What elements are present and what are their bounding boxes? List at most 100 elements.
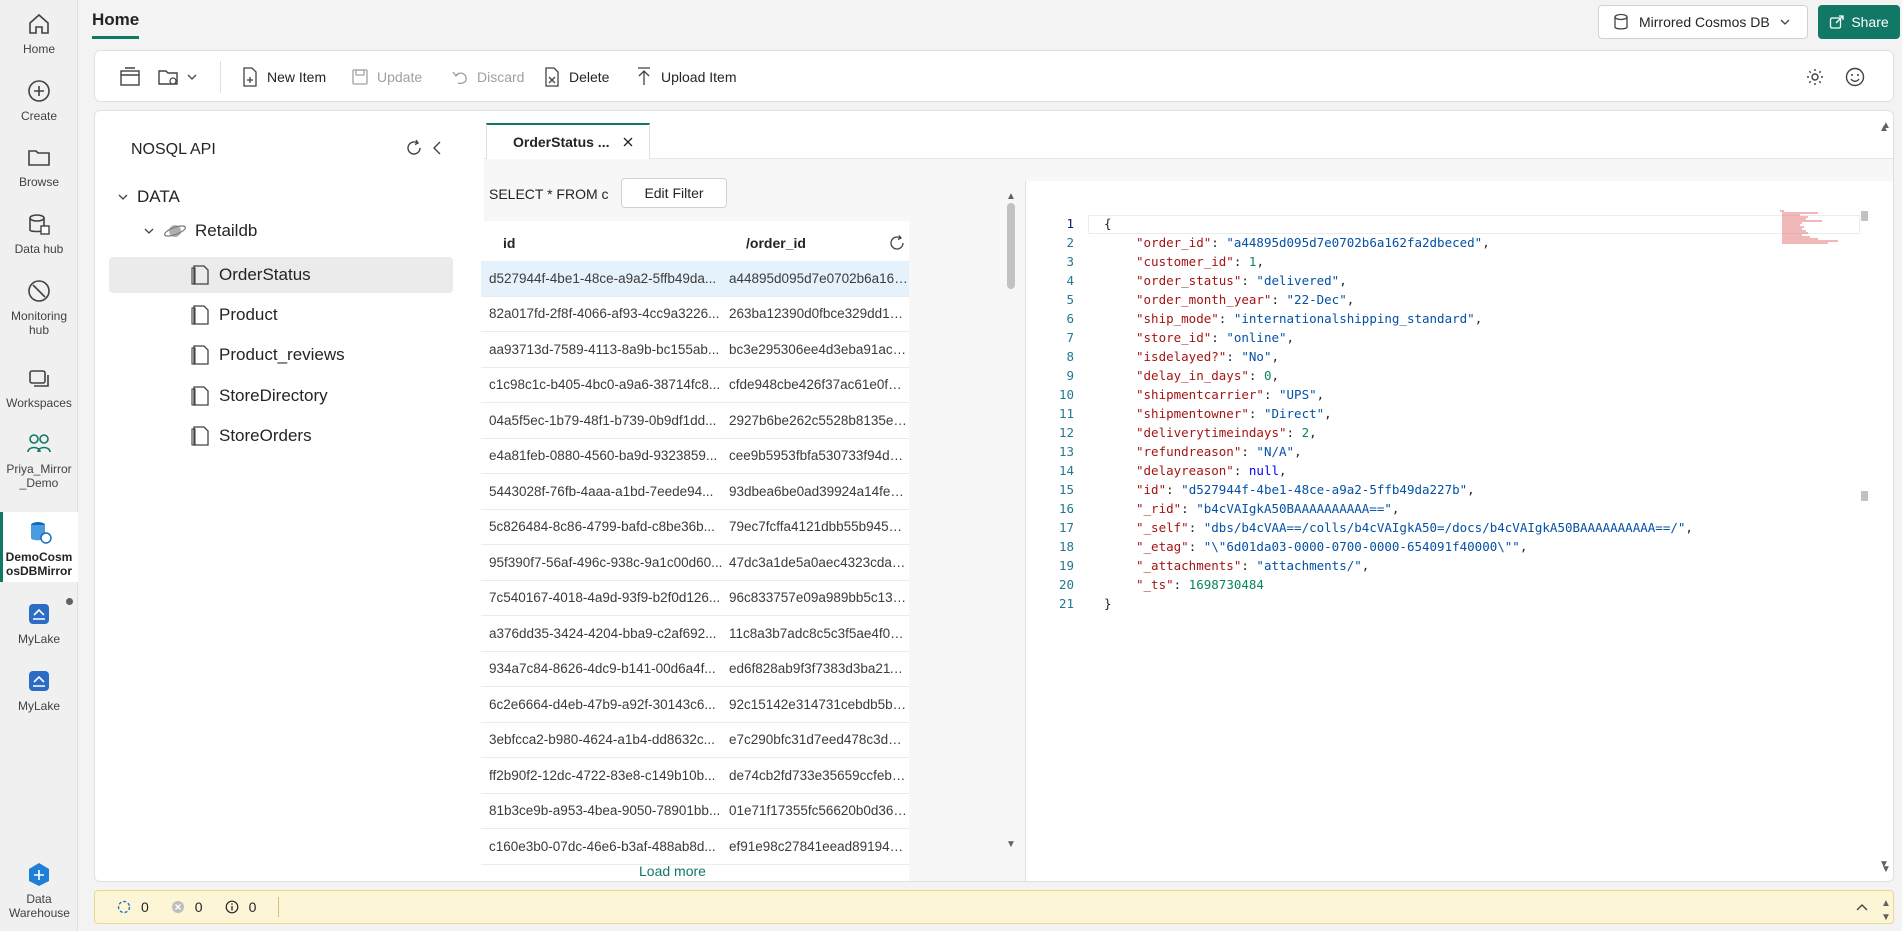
status-in-progress[interactable]: 0 [117,899,149,915]
table-row[interactable]: 3ebfcca2-b980-4624-a1b4-dd8632c... e7c290… [481,723,909,758]
line-number: 7 [1066,330,1074,345]
line-number: 17 [1058,520,1074,535]
code-token: , [1256,254,1264,269]
scroll-down-arrow[interactable]: ▼ [1006,839,1016,850]
status-cancelled[interactable]: 0 [171,899,203,915]
rail-item-workspaces[interactable]: Workspaces [0,364,78,410]
current-line-highlight [1088,215,1860,234]
home-icon [29,13,49,34]
scroll-up-arrow[interactable]: ▲ [1006,191,1016,202]
cell-order-id: 93dbea6be0ad39924a14fe93606795... [729,483,909,499]
discard-button[interactable]: Discard [451,51,524,103]
column-header-id[interactable]: id [503,235,515,251]
page-scroll-down-arrow[interactable]: ▼ [1881,864,1891,875]
rail-item-data-hub[interactable]: Data hub [0,210,78,256]
rail-item-browse[interactable]: Browse [0,143,78,189]
rail-item-mylake-2[interactable]: MyLake [0,667,78,713]
undo-icon [452,71,467,85]
table-row[interactable]: 6c2e6664-d4eb-47b9-a92f-30143c6... 92c151… [481,687,909,723]
table-row[interactable]: c1c98c1c-b405-4bc0-a9a6-38714fc8... cfde9… [481,368,909,403]
edit-filter-button[interactable]: Edit Filter [621,178,727,208]
code-text: "_etag": "\"6d01da03-0000-0700-0000-6540… [1074,539,1527,554]
tab-orderstatus[interactable]: OrderStatus ... [486,123,650,159]
code-line: 1{ [1026,216,1111,235]
load-more-link[interactable]: Load more [639,863,706,879]
close-icon[interactable] [623,137,633,147]
table-row[interactable]: c160e3b0-07dc-46e6-b3af-488ab8d... ef91e9… [481,829,909,865]
workspace-switcher-button[interactable]: Mirrored Cosmos DB [1598,5,1808,39]
page-scroll-up-arrow[interactable]: ▲ [1881,120,1891,131]
results-scrollbar-thumb[interactable] [1007,203,1015,289]
chevron-down-icon [187,74,197,80]
table-row[interactable]: 5c826484-8c86-4799-bafd-c8be36b... 79ec7f… [481,510,909,545]
lakehouse-icon [29,604,49,624]
tree-node-container[interactable]: Product [191,297,278,333]
rail-item-data-warehouse[interactable]: Data Warehouse [0,860,78,920]
json-editor[interactable]: 1{2 "order_id": "a44895d095d7e0702b6a162f… [1026,181,1893,881]
code-token: : [1248,406,1264,421]
cell-order-id: ed6f828ab9f3f7383d3ba2115000bf34 [729,661,909,677]
tree-node-container[interactable]: StoreOrders [191,418,312,454]
code-text: "order_status": "delivered", [1074,273,1347,288]
rail-item-home[interactable]: Home [0,10,78,56]
table-row[interactable]: d527944f-4be1-48ce-a9a2-5ffb49da... a4489… [481,261,909,297]
table-row[interactable]: 82a017fd-2f8f-4066-af93-4cc9a3226... 263b… [481,297,909,332]
tree-node-container[interactable]: Product_reviews [191,337,345,373]
gear-icon [1807,69,1823,85]
table-row[interactable]: 81b3ce9b-a953-4bea-9050-78901bb... 01e71f… [481,794,909,829]
rail-item-create[interactable]: Create [0,77,78,123]
column-header-order-id[interactable]: /order_id [746,235,806,251]
update-button[interactable]: Update [351,51,422,103]
statusbar-scroll-down-arrow[interactable]: ▼ [1881,912,1891,923]
code-token: , [1294,444,1302,459]
code-text: "_self": "dbs/b4cVAA==/colls/b4cVAIgkA50… [1074,520,1693,535]
table-row[interactable]: 7c540167-4018-4a9d-93f9-b2f0d126... 96c83… [481,581,909,616]
refresh-icon[interactable] [405,139,423,157]
share-button[interactable]: Share [1818,5,1900,39]
collapse-panel-icon[interactable] [431,139,443,157]
code-token: "d527944f-4be1-48ce-a9a2-5ffb49da227b" [1181,482,1468,497]
code-token: "_self" [1136,520,1189,535]
feedback-button[interactable] [1845,51,1865,103]
table-row[interactable]: e4a81feb-0880-4560-ba9d-9323859... cee9b5… [481,439,909,474]
workspace-label: Mirrored Cosmos DB [1639,14,1770,30]
upload-item-button[interactable]: Upload Item [635,51,736,103]
rail-item-priya-mirror-demo[interactable]: Priya_Mirror _Demo [0,430,78,490]
rail-item-mylake-1[interactable]: MyLake [0,600,78,646]
tree-node-data[interactable]: DATA [117,179,180,215]
table-row[interactable]: a376dd35-3424-4204-bba9-c2af692... 11c8a3… [481,616,909,652]
table-row[interactable]: 95f390f7-56af-496c-938c-9a1c00d60... 47dc… [481,545,909,581]
table-row[interactable]: 04a5f5ec-1b79-48f1-b739-0b9df1dd... 2927b… [481,403,909,439]
cancelled-count: 0 [194,899,203,915]
new-item-button[interactable]: New Item [241,51,326,103]
table-row[interactable]: ff2b90f2-12dc-4722-83e8-c149b10b... de74c… [481,758,909,794]
rail-item-monitoring-hub[interactable]: Monitoring hub [0,277,78,337]
ribbon-folder-dropdown[interactable] [157,51,197,103]
tree-node-retaildb[interactable]: Retaildb [143,213,257,249]
table-row[interactable]: 5443028f-76fb-4aaa-a1bd-7eede94... 93dbea… [481,474,909,510]
editor-minimap[interactable] [1778,209,1848,245]
tree-node-container[interactable]: OrderStatus [109,257,453,293]
chevron-up-icon[interactable] [1855,902,1869,912]
code-token: : [1211,235,1227,250]
code-token: "deliverytimeindays" [1136,425,1287,440]
refresh-icon[interactable] [889,235,905,251]
table-row[interactable]: aa93713d-7589-4113-8a9b-bc155ab... bc3e29… [481,332,909,368]
tab-home[interactable]: Home [92,10,140,39]
status-info[interactable]: 0 [225,899,256,915]
code-token: : [1188,539,1204,554]
code-token: "UPS" [1279,387,1317,402]
code-text: "_ts": 1698730484 [1074,577,1264,592]
code-token: : [1181,501,1197,516]
rail-label: Home [22,42,55,56]
rail-item-democosmosdbmirror[interactable]: DemoCosm osDBMirror [0,512,78,582]
delete-button[interactable]: Delete [543,51,609,103]
code-token: "online" [1226,330,1287,345]
ribbon-settings-button[interactable] [119,51,141,103]
code-token: "N/A" [1256,444,1295,459]
statusbar-scroll-up-arrow[interactable]: ▲ [1881,898,1891,909]
table-row[interactable]: 934a7c84-8626-4dc9-b141-00d6a4f... ed6f82… [481,652,909,687]
tree-node-container[interactable]: StoreDirectory [191,378,328,414]
main-card: NOSQL API DATA Retaildb OrderStatus Prod… [94,110,1894,882]
settings-button[interactable] [1805,51,1825,103]
